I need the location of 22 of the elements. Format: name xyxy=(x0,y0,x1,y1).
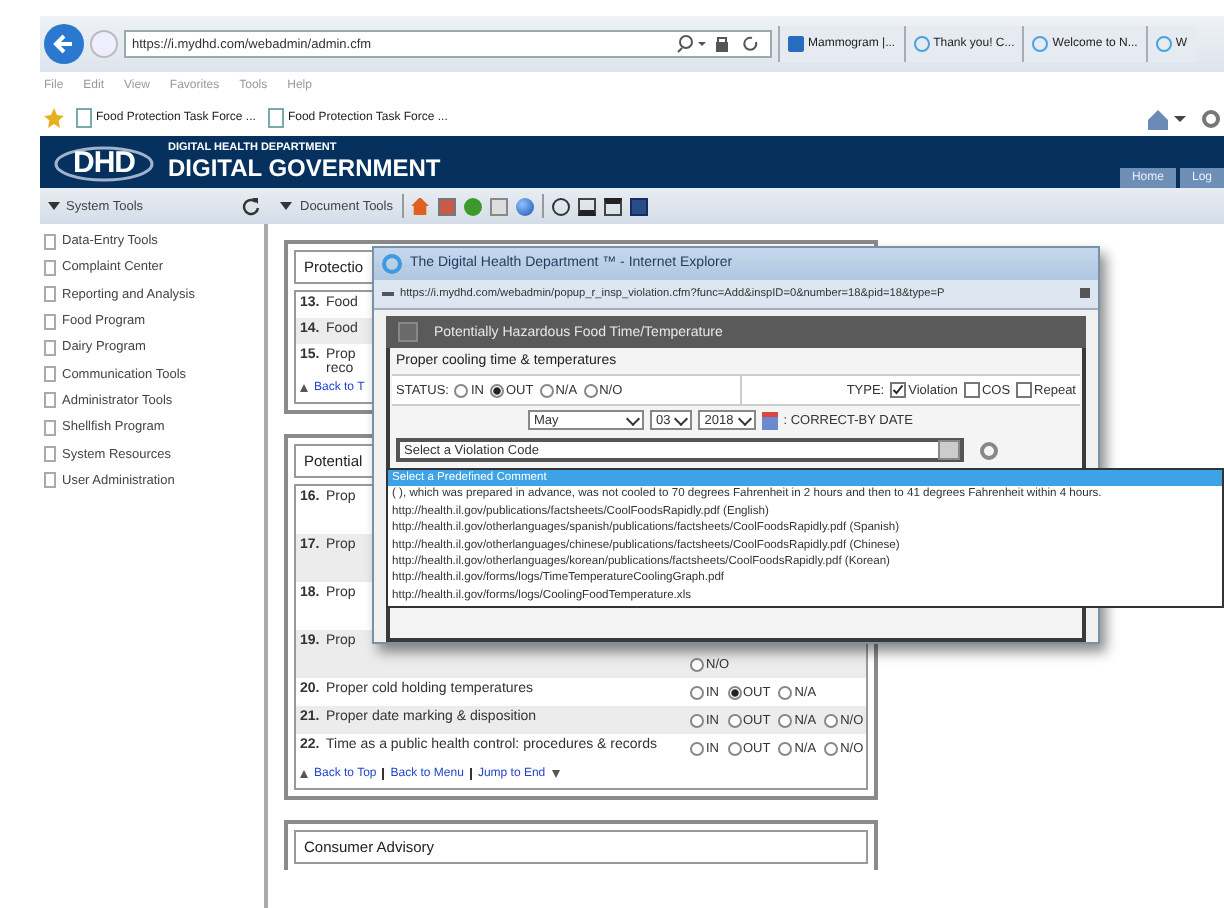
home-menu-icon[interactable] xyxy=(1146,107,1190,129)
back-button[interactable] xyxy=(44,24,84,64)
tab-favicon-icon xyxy=(788,36,804,52)
ie-icon xyxy=(382,253,402,274)
home-icon[interactable] xyxy=(411,197,429,215)
tab-favicon-icon xyxy=(913,36,930,52)
dropdown-arrow-icon[interactable] xyxy=(48,202,60,210)
globe-icon[interactable] xyxy=(515,197,533,215)
favorites-star-icon[interactable] xyxy=(44,108,64,128)
checkmark-icon xyxy=(892,382,905,398)
site-title: DIGITAL GOVERNMENT xyxy=(168,155,441,180)
up-arrow-icon xyxy=(300,384,308,392)
down-arrow-icon xyxy=(551,770,560,778)
back-arrow-icon xyxy=(52,32,76,56)
circle-icon[interactable] xyxy=(463,197,481,215)
tab-favicon-icon xyxy=(1155,36,1172,52)
tab-favicon-icon xyxy=(1032,36,1049,52)
window-icon[interactable] xyxy=(629,197,647,215)
calendar-icon[interactable] xyxy=(761,411,778,429)
comment-list[interactable] xyxy=(386,468,1224,608)
dropdown-arrow-icon[interactable] xyxy=(280,202,292,210)
up-arrow-icon xyxy=(300,770,308,778)
